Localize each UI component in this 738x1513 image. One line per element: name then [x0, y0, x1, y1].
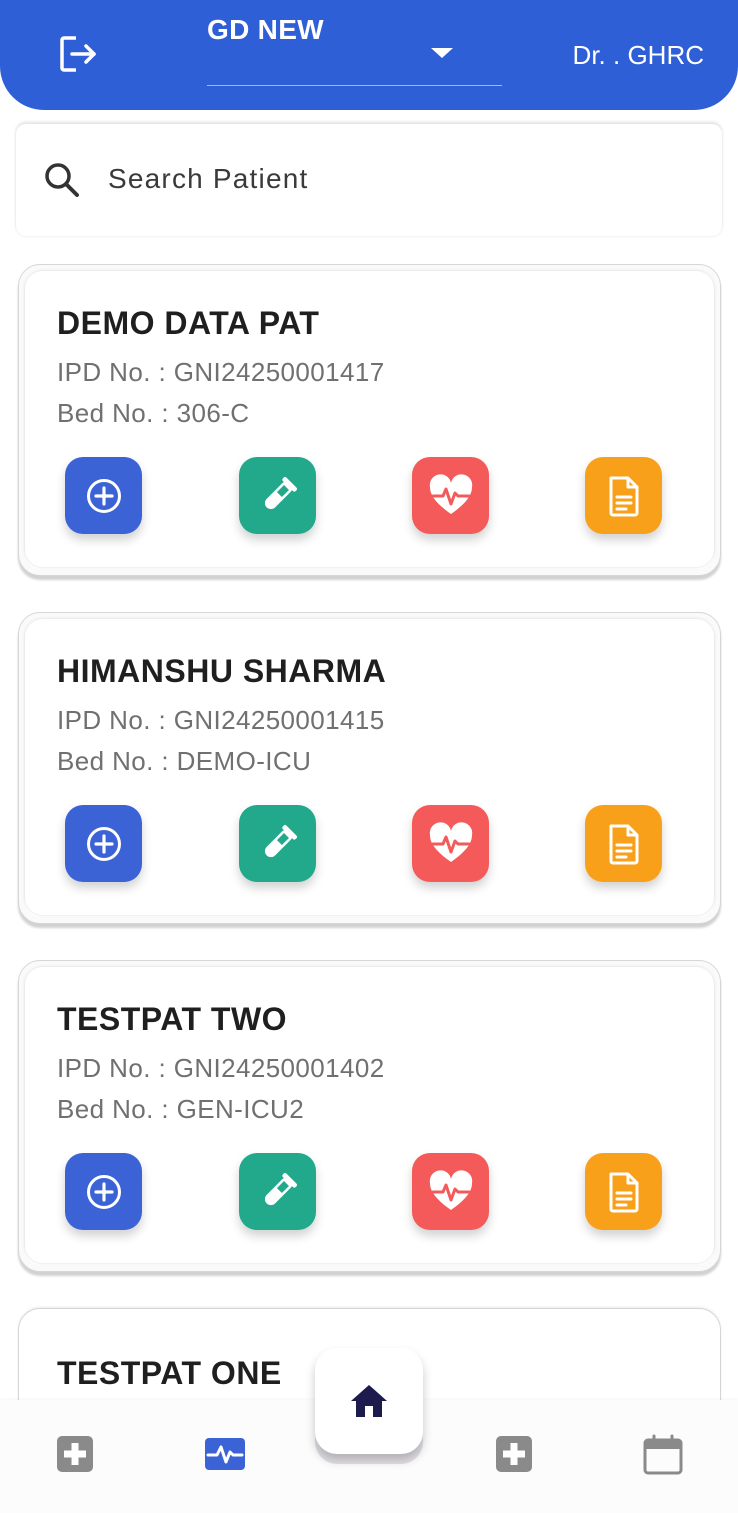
document-icon: [609, 1172, 638, 1212]
add-entry-button[interactable]: [65, 1153, 142, 1230]
vitals-button[interactable]: [412, 805, 489, 882]
vitals-monitor-icon[interactable]: [204, 1434, 248, 1478]
document-icon: [609, 476, 638, 516]
app-header: GD NEW Dr. . GHRC: [0, 0, 738, 110]
add-entry-button[interactable]: [65, 805, 142, 882]
home-icon: [351, 1385, 387, 1417]
bed-number: Bed No. : DEMO-ICU: [57, 746, 312, 776]
test-tube-icon: [264, 824, 297, 857]
heart-pulse-icon: [429, 821, 472, 862]
report-button[interactable]: [585, 457, 662, 534]
vitals-button[interactable]: [412, 457, 489, 534]
patient-name: TESTPAT TWO: [57, 1001, 288, 1037]
bed-number: Bed No. : 306-C: [57, 398, 250, 428]
logout-icon[interactable]: [56, 32, 100, 76]
bed-number: Bed No. : GEN-ICU2: [57, 1094, 305, 1124]
add-circle-icon: [86, 826, 121, 861]
test-tube-icon: [264, 1172, 297, 1205]
patient-name: TESTPAT ONE: [57, 1355, 282, 1391]
add-circle-icon: [86, 1174, 121, 1209]
search-bar[interactable]: [16, 124, 722, 236]
patient-card[interactable]: HIMANSHU SHARMA IPD No. : GNI24250001415…: [18, 612, 721, 924]
heart-pulse-icon: [429, 1169, 472, 1210]
medical-cross-icon[interactable]: [55, 1434, 99, 1478]
medical-cross-icon[interactable]: [494, 1434, 538, 1478]
calendar-icon[interactable]: [642, 1434, 686, 1478]
search-icon: [42, 160, 82, 200]
ipd-number: IPD No. : GNI24250001402: [57, 1053, 385, 1083]
lab-test-button[interactable]: [239, 457, 316, 534]
chevron-down-icon: [431, 48, 453, 58]
report-button[interactable]: [585, 1153, 662, 1230]
patient-card[interactable]: TESTPAT TWO IPD No. : GNI24250001402 Bed…: [18, 960, 721, 1272]
patient-name: DEMO DATA PAT: [57, 305, 320, 341]
report-button[interactable]: [585, 805, 662, 882]
home-button[interactable]: [315, 1348, 423, 1454]
document-icon: [609, 824, 638, 864]
heart-pulse-icon: [429, 473, 472, 514]
search-input[interactable]: [108, 154, 688, 204]
lab-test-button[interactable]: [239, 805, 316, 882]
add-entry-button[interactable]: [65, 457, 142, 534]
add-circle-icon: [86, 478, 121, 513]
patient-card[interactable]: DEMO DATA PAT IPD No. : GNI24250001417 B…: [18, 264, 721, 576]
doctor-name: Dr. . GHRC: [572, 40, 704, 70]
test-tube-icon: [264, 476, 297, 509]
department-selected-value: GD NEW: [207, 14, 324, 45]
ipd-number: IPD No. : GNI24250001417: [57, 357, 385, 387]
vitals-button[interactable]: [412, 1153, 489, 1230]
ipd-number: IPD No. : GNI24250001415: [57, 705, 385, 735]
patient-name: HIMANSHU SHARMA: [57, 653, 387, 689]
department-dropdown[interactable]: GD NEW: [207, 12, 502, 86]
lab-test-button[interactable]: [239, 1153, 316, 1230]
